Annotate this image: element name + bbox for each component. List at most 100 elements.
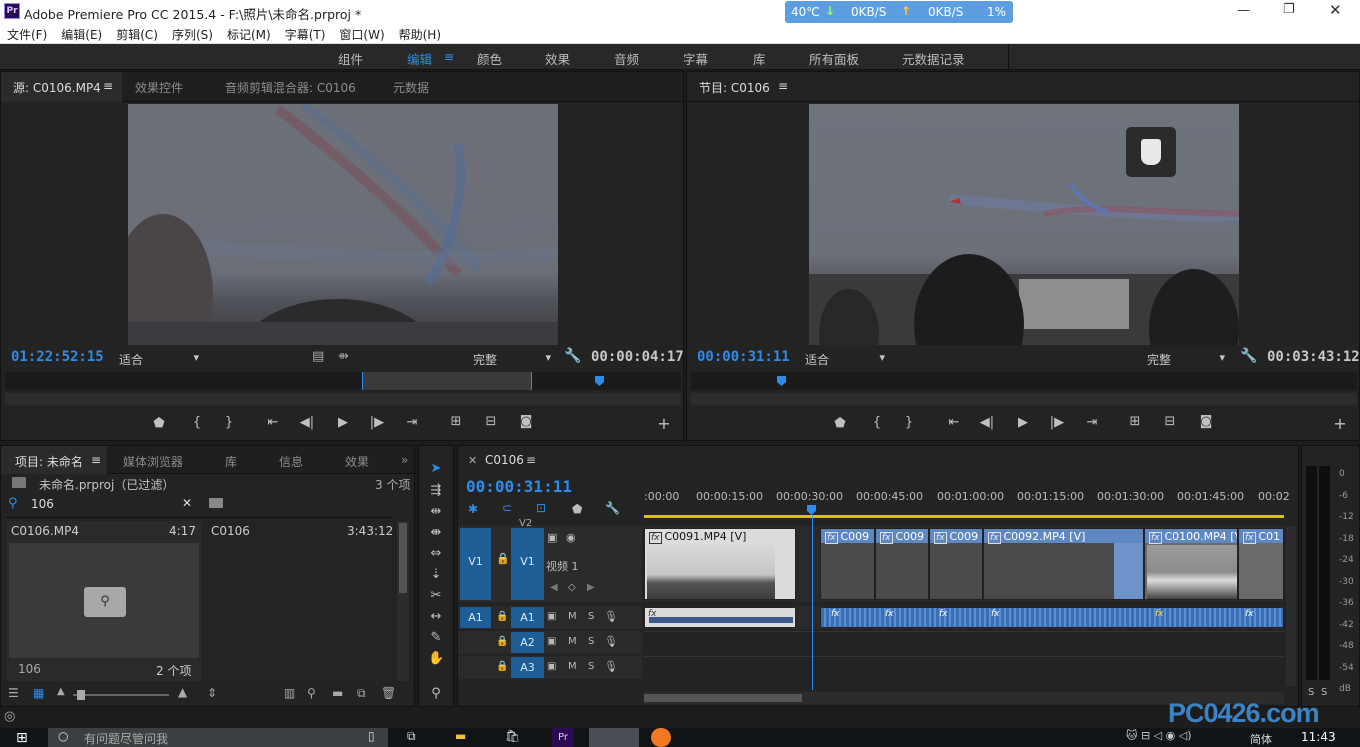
- add-keyframe-icon[interactable]: ◇: [568, 582, 576, 593]
- razor-tool-icon[interactable]: ⇣: [428, 567, 444, 582]
- v1-target-button[interactable]: V1: [511, 528, 544, 600]
- program-scrollbar[interactable]: [691, 393, 1357, 405]
- solo-button[interactable]: S: [588, 611, 594, 622]
- a1-track-lane[interactable]: fx fx fx fx fx fx fx: [644, 606, 1284, 629]
- workspace-effects[interactable]: 效果: [545, 49, 570, 68]
- source-time-ruler[interactable]: [5, 372, 681, 390]
- linked-selection-icon[interactable]: ⊡: [536, 501, 546, 515]
- rate-stretch-tool-icon[interactable]: ⇔: [428, 546, 444, 561]
- toggle-sync-lock-icon[interactable]: 🔒: [496, 661, 508, 672]
- tab-project[interactable]: 项目: 未命名: [15, 453, 83, 470]
- program-playhead-timecode[interactable]: 00:00:31:11: [697, 349, 790, 365]
- menu-window[interactable]: 窗口(W): [332, 24, 391, 43]
- pen-tool-icon[interactable]: ✎: [428, 630, 444, 645]
- clear-icon[interactable]: 🗑: [381, 686, 396, 700]
- source-scrollbar[interactable]: [5, 393, 681, 405]
- clip-a-c0091[interactable]: fx: [644, 607, 796, 628]
- workspace-all-panels[interactable]: 所有面板: [809, 49, 859, 68]
- toggle-track-output-icon[interactable]: ▣: [547, 661, 556, 672]
- track-select-tool-icon[interactable]: ⇶: [428, 483, 444, 498]
- step-forward-icon[interactable]: |▶: [1049, 415, 1065, 430]
- tab-audio-clip-mixer[interactable]: 音频剪辑混合器: C0106: [225, 79, 356, 96]
- voiceover-record-icon[interactable]: 🎙: [604, 660, 618, 673]
- export-frame-icon[interactable]: ◙: [518, 414, 534, 429]
- a3-target-button[interactable]: A3: [511, 657, 544, 678]
- menu-help[interactable]: 帮助(H): [392, 24, 448, 43]
- lift-icon[interactable]: ⊞: [1127, 414, 1143, 429]
- add-marker-icon[interactable]: ⬟: [572, 502, 582, 516]
- workspace-editing[interactable]: 编辑: [407, 49, 432, 68]
- add-marker-icon[interactable]: ⬟: [151, 416, 167, 431]
- thumbnail-zoom-slider[interactable]: [73, 690, 169, 700]
- clip-a-group[interactable]: fx fx fx fx fx fx: [820, 607, 1284, 628]
- active-app-icon[interactable]: [589, 728, 639, 747]
- nest-toggle-icon[interactable]: ✱: [468, 502, 478, 516]
- a2-track-lane[interactable]: [644, 631, 1284, 654]
- v1-track-lane[interactable]: fx C0091.MP4 [V] fx C009 fx C009 fx C009 fx C…: [644, 526, 1284, 602]
- project-item-c0106-mp4[interactable]: C0106.MP4 4:17 ⚲ 106 2 个项: [7, 521, 201, 681]
- slide-tool-icon[interactable]: ↔: [428, 609, 444, 624]
- toggle-sync-lock-icon[interactable]: 🔒: [496, 611, 508, 622]
- panel-menu-icon[interactable]: ≡: [778, 79, 788, 93]
- tab-effects[interactable]: 效果: [345, 453, 369, 470]
- zoom-out-icon[interactable]: ▲: [57, 686, 65, 697]
- clip-v-c009-c[interactable]: fx C009: [929, 528, 983, 600]
- minimize-icon[interactable]: —: [1237, 3, 1250, 18]
- voiceover-record-icon[interactable]: 🎙: [604, 635, 618, 648]
- automate-to-sequence-icon[interactable]: ▥: [284, 686, 295, 700]
- tab-info[interactable]: 信息: [279, 453, 303, 470]
- ripple-edit-tool-icon[interactable]: ⇹: [428, 504, 444, 519]
- go-to-out-icon[interactable]: ⇥: [404, 415, 420, 430]
- play-icon[interactable]: ▶: [1015, 415, 1031, 430]
- snap-icon[interactable]: ⊂: [502, 501, 512, 515]
- go-to-out-icon[interactable]: ⇥: [1084, 415, 1100, 430]
- workspace-metadata[interactable]: 元数据记录: [902, 49, 965, 68]
- program-zoom-dropdown[interactable]: 适合: [805, 351, 885, 368]
- tab-program[interactable]: 节目: C0106: [699, 79, 770, 96]
- start-windows-icon[interactable]: ⊞: [16, 730, 28, 746]
- tab-metadata[interactable]: 元数据: [393, 79, 429, 96]
- slip-tool-icon[interactable]: ✂: [428, 588, 444, 603]
- settings-wrench-icon[interactable]: 🔧: [1240, 348, 1257, 364]
- project-item-c0106[interactable]: C0106 3:43:12: [205, 521, 393, 681]
- tab-source[interactable]: 源: C0106.MP4: [13, 79, 101, 96]
- new-bin-from-search-icon[interactable]: [209, 498, 223, 508]
- restore-icon[interactable]: ❐: [1283, 2, 1295, 17]
- usb-device-icon[interactable]: [1126, 127, 1176, 177]
- menu-marker[interactable]: 标记(M): [220, 24, 278, 43]
- microphone-icon[interactable]: ▯: [368, 729, 375, 743]
- clip-v-c0100[interactable]: fxC0100.MP4 [V]: [1144, 528, 1238, 600]
- timeline-playhead-head[interactable]: [807, 505, 816, 515]
- v1-source-patch[interactable]: V1: [460, 528, 491, 600]
- menu-clip[interactable]: 剪辑(C): [109, 24, 165, 43]
- insert-icon[interactable]: ⊞: [448, 414, 464, 429]
- source-playhead[interactable]: [595, 376, 604, 386]
- toggle-track-output-icon[interactable]: ▣: [547, 531, 557, 544]
- rolling-edit-tool-icon[interactable]: ⇼: [428, 525, 444, 540]
- panel-menu-icon[interactable]: ≡: [526, 453, 536, 467]
- go-to-in-icon[interactable]: ⇤: [265, 415, 281, 430]
- mark-out-icon[interactable]: }: [901, 415, 917, 430]
- selection-tool-icon[interactable]: ➤: [428, 461, 444, 476]
- safe-margins-icon[interactable]: ▤: [312, 349, 324, 364]
- timeline-vertical-scrollbar[interactable]: [1286, 526, 1296, 686]
- solo-button[interactable]: S: [588, 636, 594, 647]
- project-search-input[interactable]: 106: [31, 497, 191, 511]
- sequence-tab[interactable]: C0106: [485, 453, 524, 467]
- clip-v-c0092[interactable]: fx C0092.MP4 [V]: [983, 528, 1144, 600]
- toggle-sync-lock-icon[interactable]: 🔒: [496, 552, 510, 565]
- source-zoom-dropdown[interactable]: 适合: [119, 351, 199, 368]
- solo-button[interactable]: S: [588, 661, 594, 672]
- toggle-sync-lock-icon[interactable]: 🔒: [496, 636, 508, 647]
- source-resolution-dropdown[interactable]: 完整: [473, 351, 551, 368]
- ime-language[interactable]: 简体: [1250, 731, 1272, 747]
- work-area-bar[interactable]: [644, 515, 1284, 518]
- a3-track-lane[interactable]: [644, 656, 1284, 679]
- toggle-track-output-icon[interactable]: ▣: [547, 636, 556, 647]
- tab-libraries[interactable]: 库: [225, 453, 237, 470]
- timeline-timecode[interactable]: 00:00:31:11: [466, 477, 572, 496]
- taskbar-search-box[interactable]: ○ 有问题尽管问我 ▯: [48, 728, 388, 747]
- project-scrollbar[interactable]: [397, 521, 409, 681]
- more-panels-icon[interactable]: »: [401, 453, 408, 467]
- menu-title[interactable]: 字幕(T): [278, 24, 333, 43]
